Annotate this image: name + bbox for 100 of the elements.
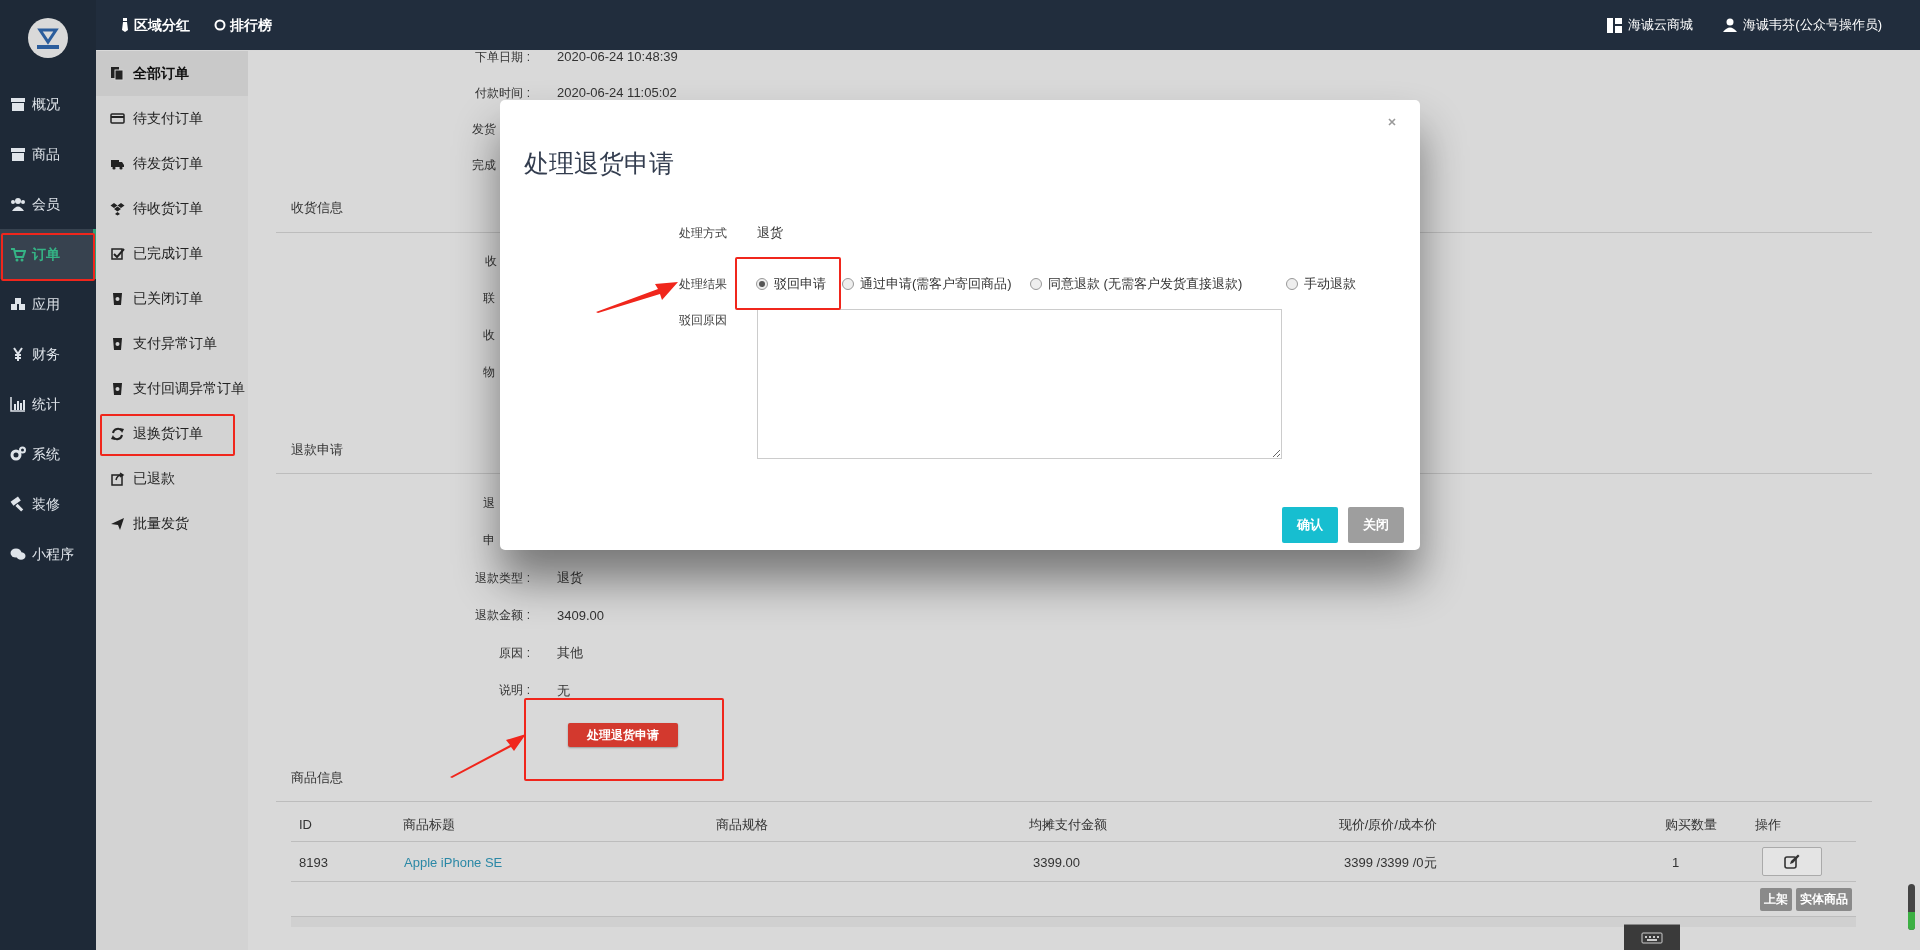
field-value: 退货 [557,569,583,587]
field-value: 无 [557,681,570,700]
field-label: 联 [483,289,495,307]
cup-icon [110,291,125,306]
table-cell: 1 [1672,854,1680,870]
submenu-item[interactable]: 已关闭订单 [96,276,248,321]
column-header: 购买数量 [1665,815,1718,834]
column-header: 均摊支付金额 [1029,815,1109,834]
tag: 上架 [1760,887,1792,911]
keyboard-icon[interactable] [1641,931,1663,944]
people-icon [10,196,26,212]
field-label: 处理方式 [678,225,727,242]
section-title: 商品信息 [291,768,343,787]
yen-icon [10,346,26,362]
sidebar-item[interactable]: 商品 [0,129,96,179]
topbar-link[interactable]: 区域分红 [120,14,190,36]
paper-plane-icon [110,516,125,531]
field-value: 3409.00 [557,606,604,625]
checkbox-icon [110,246,125,261]
grid-icon [1607,17,1623,33]
cup-icon [110,336,125,351]
copy-icon [110,66,125,81]
field-label: 退款类型 : [474,569,530,587]
column-header: 商品规格 [715,815,769,834]
table-cell: 3399 /3399 /0元 [1344,854,1437,870]
field-value: 2020-06-24 10:48:39 [557,50,678,67]
table-cell: 8193 [299,854,328,870]
field-label: 下单日期 : [474,50,530,66]
sidebar-item[interactable]: 概况 [0,79,96,129]
cubes-icon [10,296,26,312]
submenu-item[interactable]: 待发货订单 [96,141,248,186]
sidebar-item[interactable]: 装修 [0,479,96,529]
logo-icon [28,17,68,58]
radio-option[interactable]: 手动退款 [1286,274,1396,294]
field-label: 付款时间 : [474,85,530,102]
sidebar-item[interactable]: 会员 [0,179,96,229]
field-label: 发货 [472,121,496,138]
section-title: 退款申请 [291,440,343,459]
hammer-icon [10,496,26,512]
edit-icon [1784,853,1800,870]
sidebar-item[interactable]: 财务 [0,329,96,379]
radio-option[interactable]: 通过申请(需客户寄回商品) [842,274,1030,294]
sidebar-item[interactable]: 订单 [0,229,96,279]
column-header: 现价/原价/成本价 [1338,815,1438,834]
field-value: 退货 [757,224,783,243]
column-header: 操作 [1754,815,1782,834]
submenu-item[interactable]: 支付异常订单 [96,321,248,366]
radio-button[interactable] [1030,278,1042,290]
table-cell: 3399.00 [1033,854,1080,870]
submenu-item[interactable]: 已退款 [96,456,248,501]
close-icon[interactable] [1388,118,1396,126]
radio-button[interactable] [1286,278,1298,290]
card-icon [110,111,125,126]
topbar-link[interactable]: 排行榜 [214,14,272,36]
field-label: 退款金额 : [474,607,530,625]
tag: 实体商品 [1796,887,1852,911]
column-header: 商品标题 [403,815,457,834]
process-return-button[interactable]: 处理退货申请 [568,723,678,747]
submenu-item[interactable]: 退换货订单 [96,411,248,456]
refresh-icon [110,426,125,441]
radio-button[interactable] [756,278,768,290]
scrollbar [1908,884,1915,930]
field-label: 说明 : [498,682,530,700]
cart-icon [10,246,26,262]
radio-option[interactable]: 驳回申请 [756,274,842,294]
field-label: 处理结果 [678,276,727,293]
cup-icon [110,381,125,396]
circle-icon [214,19,226,31]
field-label: 退 [483,494,495,512]
submenu-item[interactable]: 已完成订单 [96,231,248,276]
field-label: 完成 [472,157,496,174]
sidebar-item[interactable]: 小程序 [0,529,96,579]
submenu-item[interactable]: 批量发货 [96,501,248,546]
submenu-item[interactable]: 待收货订单 [96,186,248,231]
tie-icon [120,18,130,32]
field-label: 收 [483,326,495,344]
column-header: ID [299,815,313,834]
topbar-link[interactable]: 海诚云商城 [1607,15,1694,35]
submenu-item[interactable]: 支付回调异常订单 [96,366,248,411]
section-title: 收货信息 [291,198,343,217]
field-label: 物 [483,363,495,381]
topbar-link[interactable]: 海诚韦芬(公众号操作员) [1723,15,1882,35]
user-icon [1723,18,1738,32]
share-icon [110,471,125,486]
field-value: 其他 [557,644,583,662]
submenu-item[interactable]: 全部订单 [96,51,248,96]
field-label: 申 [483,532,495,550]
radio-option[interactable]: 同意退款 (无需客户发货直接退款) [1030,274,1286,294]
sidebar-item[interactable]: 应用 [0,279,96,329]
sidebar-item[interactable]: 系统 [0,429,96,479]
modal-title: 处理退货申请 [524,148,674,179]
sidebar-item[interactable]: 统计 [0,379,96,429]
bar-chart-icon [10,396,26,412]
submenu-item[interactable]: 待支付订单 [96,96,248,141]
field-label: 原因 : [498,644,530,662]
field-value: 2020-06-24 11:05:02 [557,84,677,103]
radio-button[interactable] [842,278,854,290]
edit-button[interactable] [1762,847,1822,876]
gears-icon [10,446,26,462]
field-label: 收 [485,252,497,270]
